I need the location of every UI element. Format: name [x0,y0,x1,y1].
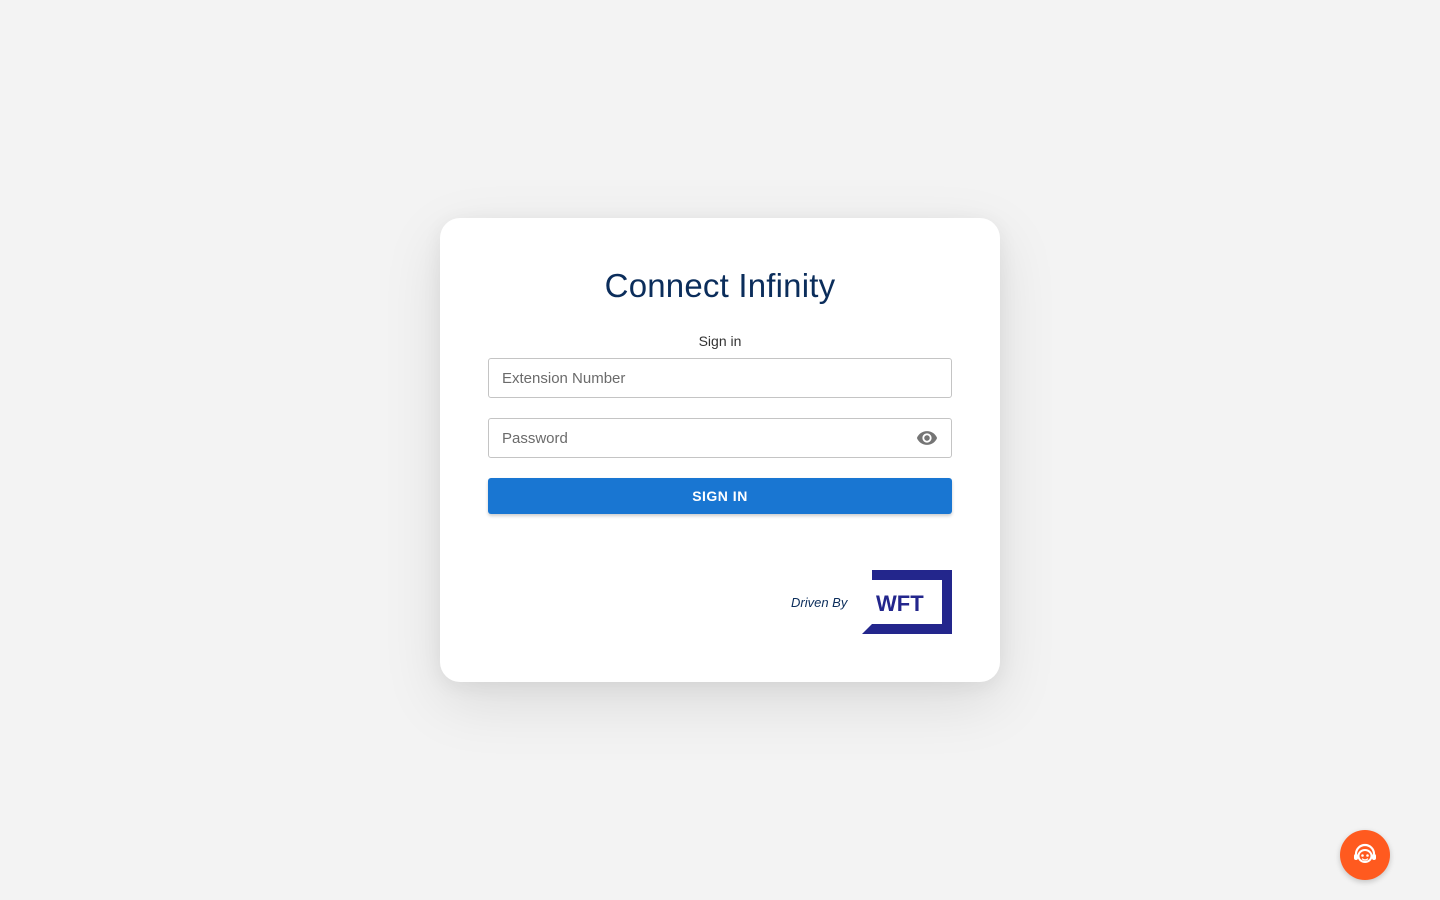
eye-icon[interactable] [915,427,939,449]
sign-in-button[interactable]: SIGN IN [488,478,952,514]
extension-number-input[interactable] [502,359,902,397]
chat-support-button[interactable] [1340,830,1390,880]
page-title: Connect Infinity [604,267,836,304]
sign-in-subtitle: Sign in [698,333,742,349]
password-field[interactable] [488,418,952,458]
login-card: Connect Infinity Sign in SIGN IN Driven … [440,218,1000,682]
extension-number-field[interactable] [488,358,952,398]
logo-text: WFT [876,591,924,616]
password-input[interactable] [502,419,902,457]
driven-by-label: Driven By [791,595,848,610]
wft-logo: WFT [862,570,952,634]
